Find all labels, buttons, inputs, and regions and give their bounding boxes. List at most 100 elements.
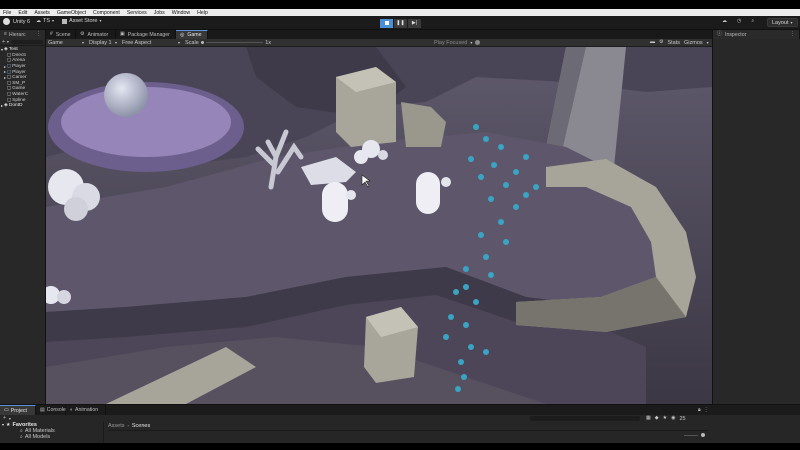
boulder [57, 290, 71, 304]
tab-game[interactable]: ◎ Game [176, 30, 208, 39]
package-icon: ▣ [120, 31, 125, 37]
gameobject-icon: ◻ [7, 80, 12, 86]
hierarchy-item-label: Camer [12, 75, 27, 81]
expand-icon[interactable]: ▸ [4, 70, 6, 74]
tab-inspector[interactable]: ⓘ Inspector ⋮ [712, 30, 800, 39]
expand-icon[interactable]: ▾ [2, 423, 4, 427]
hierarchy-item-label: WaterC [12, 92, 29, 98]
project-search-input[interactable] [530, 416, 640, 421]
account-button[interactable]: ☁ TS ▾ [36, 18, 54, 24]
chevron-down-icon: ▾ [99, 18, 102, 23]
lock-icon[interactable]: 🔒︎ [698, 407, 701, 413]
tab-scene[interactable]: # Scene [46, 30, 76, 39]
chevron-down-icon: ▾ [114, 39, 117, 45]
icon-size-slider[interactable] [684, 433, 705, 437]
gizmos-button[interactable]: Gizmos [684, 40, 703, 46]
menu-component[interactable]: Component [93, 10, 120, 16]
chevron-down-icon[interactable]: ▾ [7, 40, 9, 44]
tab-project[interactable]: ▭ Project [0, 405, 36, 415]
more-icon[interactable]: ⋮ [704, 407, 709, 413]
step-button[interactable]: ▶| [408, 18, 421, 28]
layout-dropdown[interactable]: Layout ▾ [767, 18, 798, 27]
favorites-item[interactable]: ⌕ All Models [0, 434, 103, 440]
menu-jobs[interactable]: Jobs [154, 10, 165, 16]
tab-console[interactable]: ▤ Console [36, 405, 66, 415]
favorites-item-label: All Models [24, 434, 51, 440]
step-icon: ▶| [411, 19, 418, 26]
history-icon[interactable]: ◷ [737, 19, 741, 24]
menu-services[interactable]: Services [127, 10, 147, 16]
play-button[interactable] [380, 18, 393, 28]
scale-slider-thumb[interactable] [200, 41, 204, 44]
menu-gameobject[interactable]: GameObject [57, 10, 86, 16]
tab-package-manager[interactable]: ▣ Package Manager [116, 30, 176, 39]
account-label: TS [43, 18, 51, 24]
project-tree: ▾ ★ Favorites ⌕ All Materials ⌕ All Mode… [0, 422, 104, 443]
gameobject-icon: ◻ [7, 97, 12, 103]
chevron-down-icon[interactable]: ▾ [9, 416, 11, 421]
eye-icon[interactable]: ◉ [671, 416, 675, 421]
scale-label: Scale [185, 39, 199, 46]
project-divider [108, 430, 708, 431]
menu-file[interactable]: File [3, 10, 11, 16]
menu-edit[interactable]: Edit [18, 10, 27, 16]
label-icon[interactable]: ◆ [655, 416, 659, 421]
menu-assets[interactable]: Assets [34, 10, 50, 16]
player-capsule [416, 172, 440, 214]
hierarchy-panel: + ▾ ▾ ◈ Test ◻ Directi ◻ Arena ▸ ◻ Playe… [0, 39, 46, 404]
hierarchy-tree: ▾ ◈ Test ◻ Directi ◻ Arena ▸ ◻ Player ▸ … [0, 46, 45, 109]
search-icon: ⌕ [20, 427, 23, 434]
hierarchy-item-label: Arena [12, 58, 25, 64]
white-pebble [362, 140, 380, 158]
play-focused-dropdown[interactable]: Play Focused ▾ [434, 40, 481, 46]
hierarchy-dontdestroy-row[interactable]: ▸ ◈ DontD [1, 103, 45, 109]
menu-window[interactable]: Window [172, 10, 190, 16]
settings-icon[interactable]: ⚙ [659, 40, 663, 45]
breadcrumb-assets[interactable]: Assets [108, 423, 125, 429]
cloud-icon[interactable]: ☁ [722, 19, 727, 24]
stats-button[interactable]: Stats [667, 40, 680, 46]
tab-animator[interactable]: ⚙ Animator [76, 30, 116, 39]
display-dropdown[interactable]: Display 1 ▾ [89, 40, 117, 46]
chevron-down-icon[interactable]: ▾ [707, 40, 709, 45]
expand-icon[interactable]: ▸ [4, 64, 6, 69]
tab-strip: ≡ Hierarc ⋮ # Scene ⚙ Animator ▣ Package… [0, 30, 800, 39]
scale-slider-track[interactable] [205, 42, 264, 43]
capsule-hand [346, 190, 356, 200]
more-icon[interactable]: ⋮ [790, 32, 795, 37]
breadcrumb-scenes[interactable]: Scenes [132, 423, 150, 429]
search-icon[interactable]: ⌕ [751, 19, 754, 24]
scale-slider[interactable]: Scale 1x [185, 40, 271, 46]
hierarchy-item-label: Player [12, 64, 26, 70]
star-icon[interactable]: ★ [663, 416, 667, 421]
add-icon[interactable]: + [2, 39, 5, 45]
unity-logo-icon [3, 18, 10, 25]
pause-button[interactable]: ❚❚ [394, 18, 407, 28]
tab-animation[interactable]: ◐ Animation [66, 405, 106, 415]
expand-icon[interactable]: ▾ [1, 47, 3, 52]
chevron-down-icon: ▾ [177, 39, 180, 45]
unity-logo-button[interactable]: Unity 6 [3, 18, 30, 25]
tab-hierarchy[interactable]: ≡ Hierarc ⋮ [0, 30, 46, 39]
chevron-down-icon: ▾ [81, 39, 84, 45]
icon-size-track[interactable] [684, 434, 698, 436]
camera-icon[interactable]: ▬ [650, 40, 655, 45]
game-mode-dropdown[interactable]: Game ▾ [48, 40, 84, 46]
game-view[interactable] [46, 47, 712, 404]
expand-icon[interactable]: ▸ [4, 75, 6, 80]
hierarchy-item-label: Directi [12, 52, 26, 58]
asset-store-button[interactable]: Asset Store ▾ [62, 18, 101, 24]
aspect-dropdown[interactable]: Free Aspect ▾ [122, 40, 180, 46]
grid-icon: # [50, 31, 53, 37]
hierarchy-toolbar: + ▾ [0, 39, 45, 46]
hierarchy-search-input[interactable] [10, 40, 43, 44]
icon-size-thumb[interactable] [701, 433, 705, 437]
filter-icon[interactable]: ▦ [646, 416, 651, 421]
expand-icon[interactable]: ▸ [1, 103, 3, 108]
info-icon: ⓘ [717, 31, 723, 37]
menu-help[interactable]: Help [197, 10, 208, 16]
more-icon[interactable]: ⋮ [36, 32, 41, 37]
audio-icon[interactable] [475, 40, 481, 45]
add-icon[interactable]: + [3, 416, 6, 421]
window-frame-top [0, 0, 800, 9]
